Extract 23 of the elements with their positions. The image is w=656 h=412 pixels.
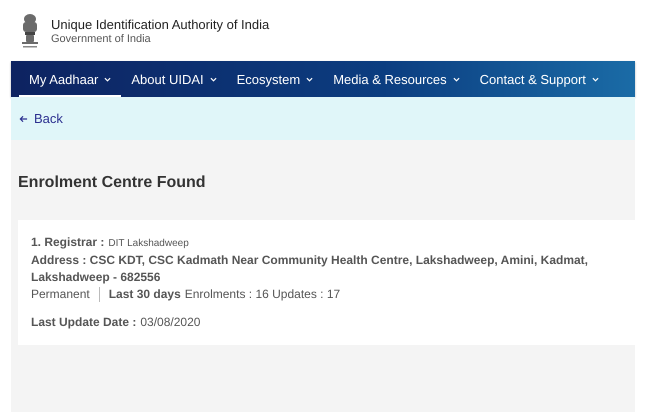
nav-menu-item[interactable]: Media & Resources [323, 61, 470, 97]
back-link[interactable]: Back [19, 111, 63, 126]
date-label: Last Update Date : [31, 315, 136, 329]
caret-icon [210, 76, 217, 82]
period-label: Last 30 days [108, 286, 181, 303]
nav-menu-item[interactable]: Contact & Support [470, 61, 609, 97]
page-heading: Enrolment Centre Found [18, 174, 207, 192]
centre-address: Address : CSC KDT, CSC Kadmath Near Community Health Centre, Lakshadweep, Amini, Kadmat, Lakshadweep - 682556 [31, 252, 589, 286]
emblem-icon [19, 12, 41, 48]
arrow-left-icon [19, 114, 28, 122]
organization-name: Unique Identification Authority of India [51, 16, 270, 32]
government-name: Government of India [51, 32, 152, 44]
registrar-name: DIT Lakshadweep [108, 238, 189, 249]
nav-menu-item[interactable]: About UIDAI [121, 61, 227, 97]
caret-icon [452, 76, 460, 82]
registrar-label: 1. Registrar : [31, 235, 104, 249]
caret-icon [306, 76, 314, 82]
nav-menu-item[interactable]: Ecosystem [226, 61, 324, 97]
update-date: 03/08/2020 [140, 315, 200, 329]
centre-type: Permanent [31, 286, 90, 303]
caret-icon [592, 76, 599, 82]
caret-icon [104, 76, 112, 82]
enrolment-counts: Enrolments : 16 Updates : 17 [184, 286, 340, 303]
